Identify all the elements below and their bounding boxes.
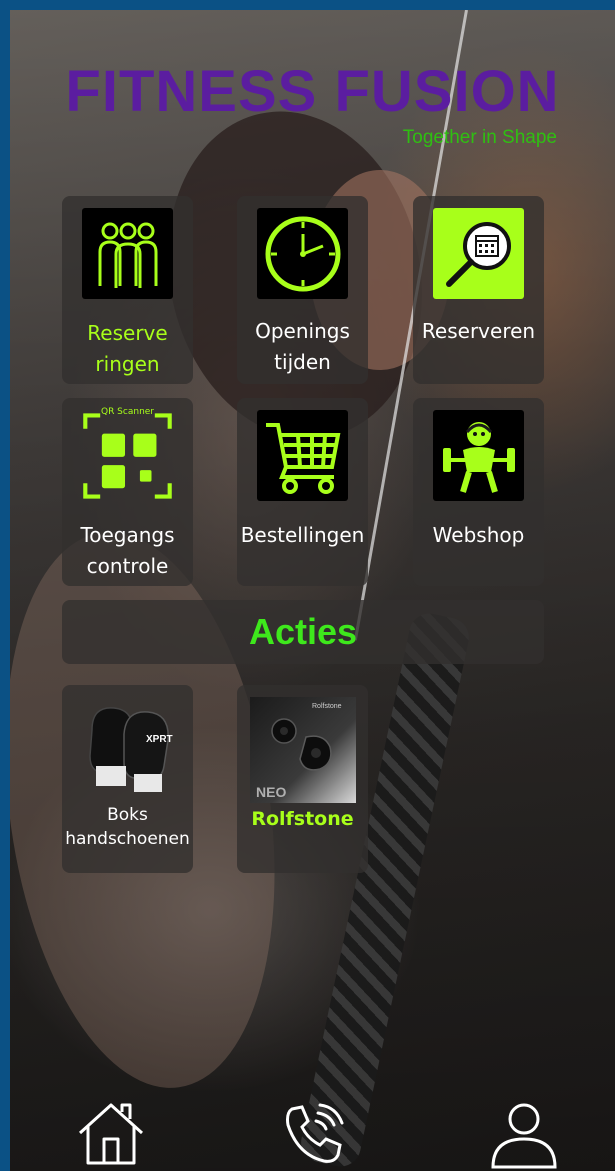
home-icon[interactable] xyxy=(76,1099,146,1169)
tile-label-line2: tijden xyxy=(274,350,331,374)
tile-webshop[interactable]: Webshop xyxy=(413,398,544,586)
gloves-brand-text: XPRT xyxy=(146,734,173,745)
qr-scanner-caption: QR Scanner xyxy=(100,407,155,417)
tile-label-line1: Reserve xyxy=(87,321,168,345)
earbuds-model-text: NEO xyxy=(256,784,286,800)
tile-label-line1: Reserveren xyxy=(421,319,536,343)
tile-label-line1: Toegangs xyxy=(80,523,175,547)
product-label-line1: Rolfstone xyxy=(251,808,354,830)
product-boks-handschoenen[interactable]: XPRT Boks handschoenen xyxy=(62,685,193,873)
tile-bestellingen[interactable]: Bestellingen xyxy=(237,398,368,586)
earbuds-image: Rolfstone NEO xyxy=(250,697,356,803)
group-icon xyxy=(82,208,173,299)
bottom-navigation xyxy=(10,1081,615,1171)
app-tagline: Together in Shape xyxy=(402,127,557,148)
product-label-line1: Boks xyxy=(107,805,148,825)
app-logo-title: FITNESS FUSION xyxy=(65,59,560,124)
calendar-search-icon xyxy=(433,208,524,299)
clock-icon xyxy=(257,208,348,299)
user-icon[interactable] xyxy=(489,1099,559,1169)
earbuds-brand-text: Rolfstone xyxy=(312,703,342,710)
product-rolfstone[interactable]: Rolfstone NEO Rolfstone xyxy=(237,685,368,873)
phone-icon[interactable] xyxy=(278,1099,348,1169)
shopping-cart-icon xyxy=(257,410,348,501)
qr-scanner-icon xyxy=(82,410,173,501)
tile-label-line2: ringen xyxy=(95,352,160,376)
section-acties-header: Acties xyxy=(62,600,544,664)
tile-label-line2: controle xyxy=(86,554,169,578)
tile-reserveren[interactable]: Reserveren xyxy=(413,196,544,384)
app-screen: FITNESS FUSION Together in Shape Reserve… xyxy=(10,10,615,1171)
weightlifter-icon xyxy=(433,410,524,501)
product-label-line2: handschoenen xyxy=(65,829,190,849)
tile-label-line1: Webshop xyxy=(432,523,525,547)
tile-toegangscontrole[interactable]: QR Scanner Toegangs controle xyxy=(62,398,193,586)
tile-openingstijden[interactable]: Openings tijden xyxy=(237,196,368,384)
boxing-gloves-image: XPRT xyxy=(75,697,181,803)
tile-reserveringen[interactable]: Reserve ringen xyxy=(62,196,193,384)
tile-label-line1: Bestellingen xyxy=(240,523,365,547)
tile-label-line1: Openings xyxy=(255,319,350,343)
